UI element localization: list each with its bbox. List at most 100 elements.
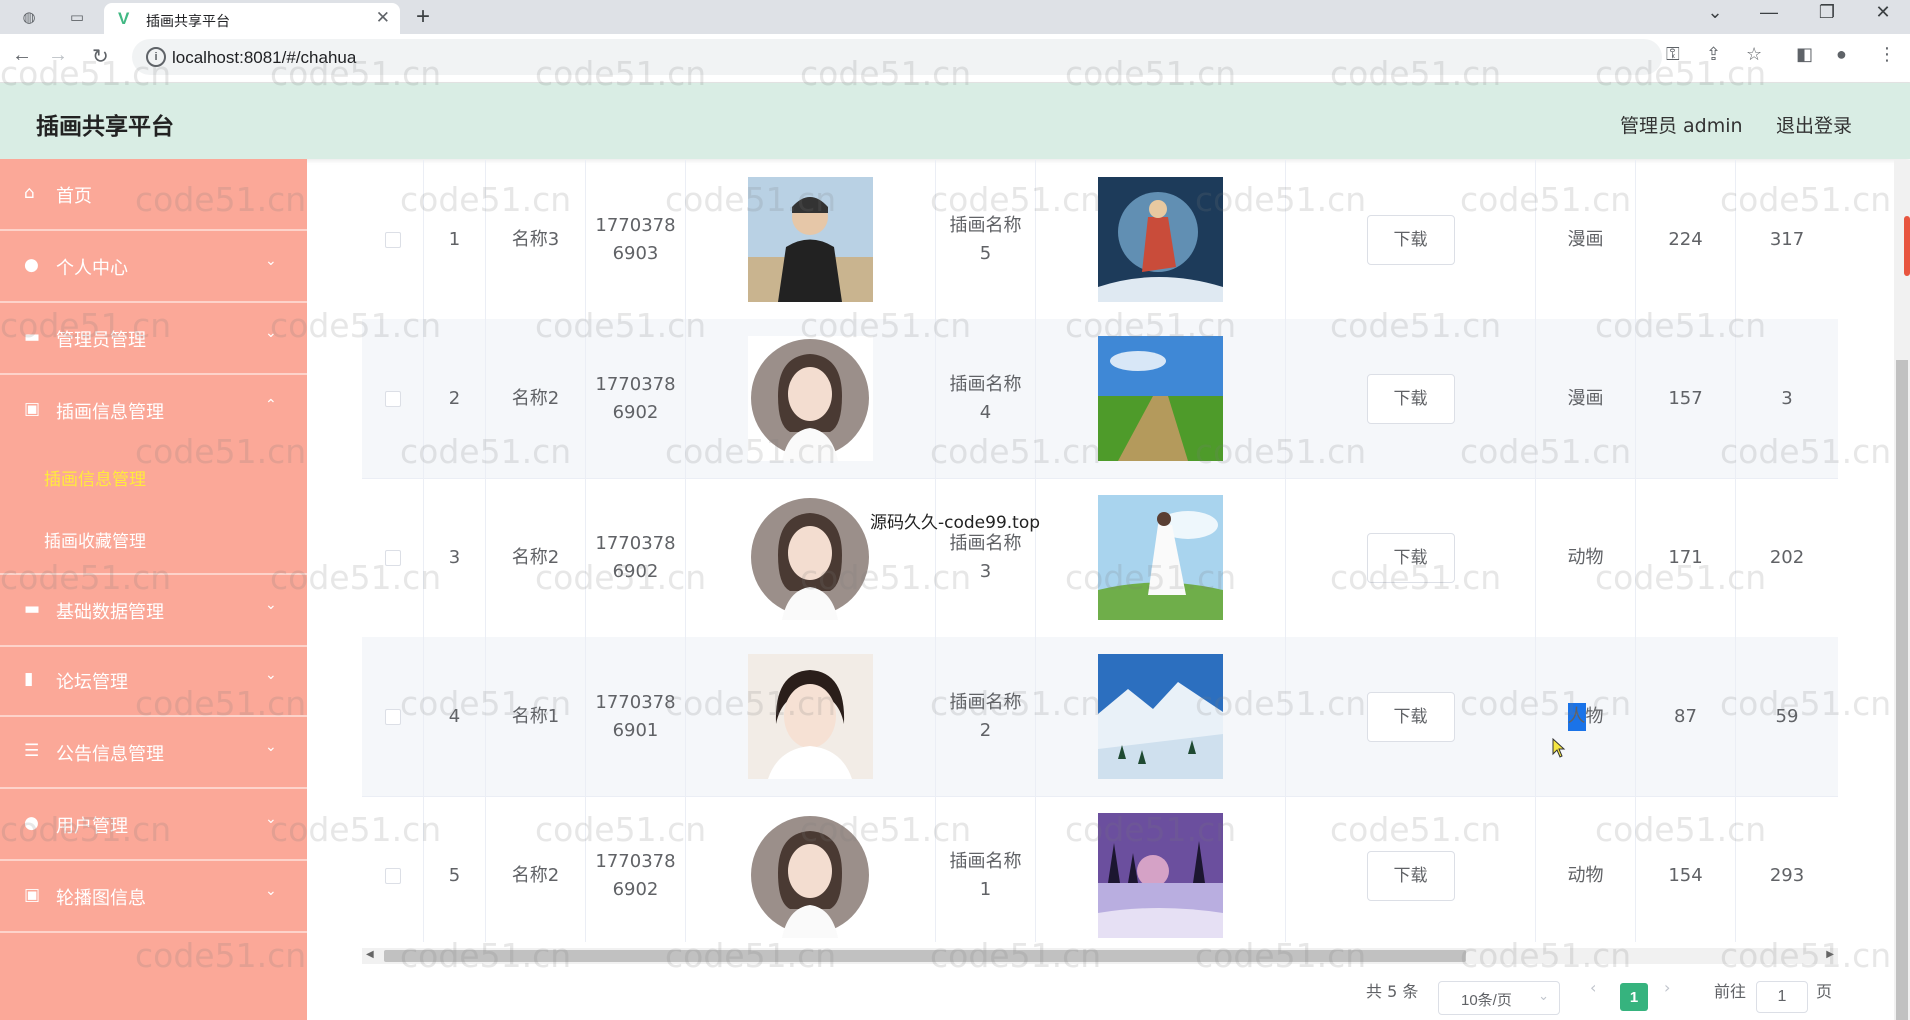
row-checkbox[interactable] bbox=[384, 231, 401, 248]
avatar-cell bbox=[686, 637, 936, 796]
address-bar[interactable]: i localhost:8081/#/chahua bbox=[132, 39, 1662, 75]
category-text-selected: 人物 bbox=[1567, 702, 1604, 731]
key-icon[interactable]: ⚿ bbox=[1666, 44, 1680, 65]
mouse-cursor-icon bbox=[1552, 738, 1566, 758]
star-icon[interactable]: ☆ bbox=[1746, 44, 1762, 65]
sidebar-item-announcements[interactable]: ☰ 公告信息管理 ⌄ bbox=[0, 717, 307, 789]
reload-icon[interactable]: ↻ bbox=[92, 44, 109, 69]
portrait-image bbox=[748, 495, 873, 620]
title-cell: 插画名称 1 bbox=[936, 796, 1036, 942]
name-cell: 名称2 bbox=[486, 478, 586, 637]
logout-button[interactable]: 退出登录 bbox=[1776, 111, 1852, 138]
sidebar-item-label: 插画信息管理 bbox=[56, 402, 164, 423]
sidebar-item-admin-management[interactable]: ▬ 管理员管理 ⌄ bbox=[0, 303, 307, 375]
download-cell: 下载 bbox=[1286, 478, 1536, 637]
sidepanel-icon[interactable]: ◧ bbox=[1796, 44, 1813, 65]
sidebar-item-label: 管理员管理 bbox=[56, 330, 146, 351]
row-checkbox[interactable] bbox=[384, 549, 401, 566]
sidebar-item-label: 首页 bbox=[56, 186, 92, 207]
next-page-button[interactable]: › bbox=[1664, 978, 1670, 997]
menu-dots-icon[interactable]: ⋮ bbox=[1878, 44, 1896, 65]
download-button[interactable]: 下载 bbox=[1366, 373, 1455, 424]
count-a-cell: 157 bbox=[1636, 319, 1736, 478]
chevron-down-icon: ⌄ bbox=[265, 253, 277, 269]
download-button[interactable]: 下载 bbox=[1366, 532, 1455, 583]
close-icon[interactable]: ✕ bbox=[376, 8, 390, 28]
sidebar-item-home[interactable]: ⌂ 首页 bbox=[0, 159, 307, 231]
new-tab-button[interactable]: + bbox=[416, 3, 430, 31]
category-cell: 漫画 bbox=[1536, 319, 1636, 478]
download-cell: 下载 bbox=[1286, 796, 1536, 942]
portrait-image bbox=[748, 336, 873, 461]
submenu-item-illustration-favorites[interactable]: 插画收藏管理 bbox=[44, 527, 146, 552]
table-row: 4 名称1 1770378 6901 插画名称 2 下载 人物 87 59 bbox=[362, 637, 1838, 797]
chevron-down-icon: ⌄ bbox=[265, 883, 277, 899]
scroll-right-icon[interactable]: ▶ bbox=[1826, 949, 1834, 960]
image-cell bbox=[1036, 637, 1286, 796]
count-a-cell: 171 bbox=[1636, 478, 1736, 637]
chevron-down-icon: ⌄ bbox=[265, 739, 277, 755]
horizontal-scrollbar[interactable]: ◀ ▶ bbox=[362, 948, 1838, 964]
download-button[interactable]: 下载 bbox=[1366, 214, 1455, 265]
checkbox-cell bbox=[362, 637, 424, 796]
index-cell: 3 bbox=[424, 478, 486, 637]
count-a-cell: 224 bbox=[1636, 160, 1736, 319]
forward-arrow-icon[interactable]: → bbox=[48, 44, 68, 67]
profile-icon[interactable]: ● bbox=[1836, 44, 1847, 65]
prev-page-button[interactable]: ‹ bbox=[1590, 978, 1596, 997]
restore-button[interactable]: ❐ bbox=[1812, 2, 1842, 23]
sidebar-item-carousel[interactable]: ▣ 轮播图信息 ⌄ bbox=[0, 861, 307, 933]
count-b-cell: 59 bbox=[1775, 705, 1799, 727]
scroll-left-icon[interactable]: ◀ bbox=[366, 949, 374, 960]
illustration-image bbox=[1098, 813, 1223, 938]
sidebar-item-personal-center[interactable]: ● 个人中心 ⌄ bbox=[0, 231, 307, 303]
tab-icon[interactable]: ▭ bbox=[66, 6, 88, 28]
side-tab-indicator[interactable] bbox=[1904, 216, 1910, 276]
chevron-down-icon: ⌄ bbox=[265, 811, 277, 827]
image-cell bbox=[1036, 319, 1286, 478]
checkbox-cell bbox=[362, 319, 424, 478]
sidebar-item-base-data[interactable]: ▬ 基础数据管理 ⌄ bbox=[0, 573, 307, 647]
checkbox-cell bbox=[362, 478, 424, 637]
checkbox-cell bbox=[362, 160, 424, 319]
name-cell: 名称3 bbox=[486, 160, 586, 319]
count-b-cell: 293 bbox=[1769, 864, 1805, 886]
table-row: 5 名称2 1770378 6902 插画名称 1 下载 动物 154 293 bbox=[362, 796, 1838, 942]
url-text: localhost:8081/#/chahua bbox=[172, 48, 357, 67]
window-close-button[interactable]: ✕ bbox=[1868, 2, 1898, 23]
chevron-down-icon[interactable]: ⌄ bbox=[1700, 2, 1730, 23]
category-cell: 人物 bbox=[1536, 637, 1636, 796]
sidebar-item-users[interactable]: ● 用户管理 ⌄ bbox=[0, 789, 307, 861]
minimize-button[interactable]: — bbox=[1754, 2, 1784, 23]
count-b-cell: 317 bbox=[1769, 228, 1805, 250]
sidebar-item-illustration-management[interactable]: ▣ 插画信息管理 ⌃ bbox=[0, 375, 307, 445]
row-checkbox[interactable] bbox=[384, 867, 401, 884]
overlay-watermark-text: 源码久久-code99.top bbox=[870, 513, 1041, 533]
table-row: 2 名称2 1770378 6902 插画名称 4 下载 漫画 157 3 bbox=[362, 319, 1838, 479]
table-row: 1 名称3 1770378 6903 插画名称 5 下载 漫画 224 317 bbox=[362, 160, 1838, 320]
download-button[interactable]: 下载 bbox=[1366, 850, 1455, 901]
globe-icon[interactable]: ◍ bbox=[18, 6, 40, 28]
illustration-image bbox=[1098, 654, 1223, 779]
back-arrow-icon[interactable]: ← bbox=[12, 44, 32, 67]
page-size-select[interactable]: 10条/页 ⌄ bbox=[1438, 981, 1560, 1015]
app-header: 插画共享平台 管理员 admin 退出登录 bbox=[0, 83, 1910, 159]
info-icon[interactable]: i bbox=[146, 47, 166, 67]
table-row: 3 名称2 1770378 6902 插画名称 3 下载 动物 171 202 bbox=[362, 478, 1838, 638]
vertical-scrollbar[interactable] bbox=[1894, 160, 1910, 1020]
browser-tab-active[interactable]: V 插画共享平台 ✕ bbox=[104, 3, 400, 34]
row-checkbox[interactable] bbox=[384, 708, 401, 725]
scrollbar-thumb[interactable] bbox=[384, 950, 1466, 962]
home-icon: ⌂ bbox=[24, 183, 35, 203]
page-number-active[interactable]: 1 bbox=[1620, 983, 1648, 1011]
row-checkbox[interactable] bbox=[384, 390, 401, 407]
sidebar-item-forum[interactable]: ▮ 论坛管理 ⌄ bbox=[0, 645, 307, 717]
category-cell: 漫画 bbox=[1536, 160, 1636, 319]
avatar-cell bbox=[686, 478, 936, 637]
download-button[interactable]: 下载 bbox=[1366, 691, 1455, 742]
goto-page-input[interactable]: 1 bbox=[1756, 981, 1808, 1013]
index-cell: 4 bbox=[424, 637, 486, 796]
share-icon[interactable]: ⇪ bbox=[1706, 44, 1721, 65]
scrollbar-thumb[interactable] bbox=[1896, 360, 1908, 1020]
submenu-item-illustration-info[interactable]: 插画信息管理 bbox=[44, 465, 146, 490]
